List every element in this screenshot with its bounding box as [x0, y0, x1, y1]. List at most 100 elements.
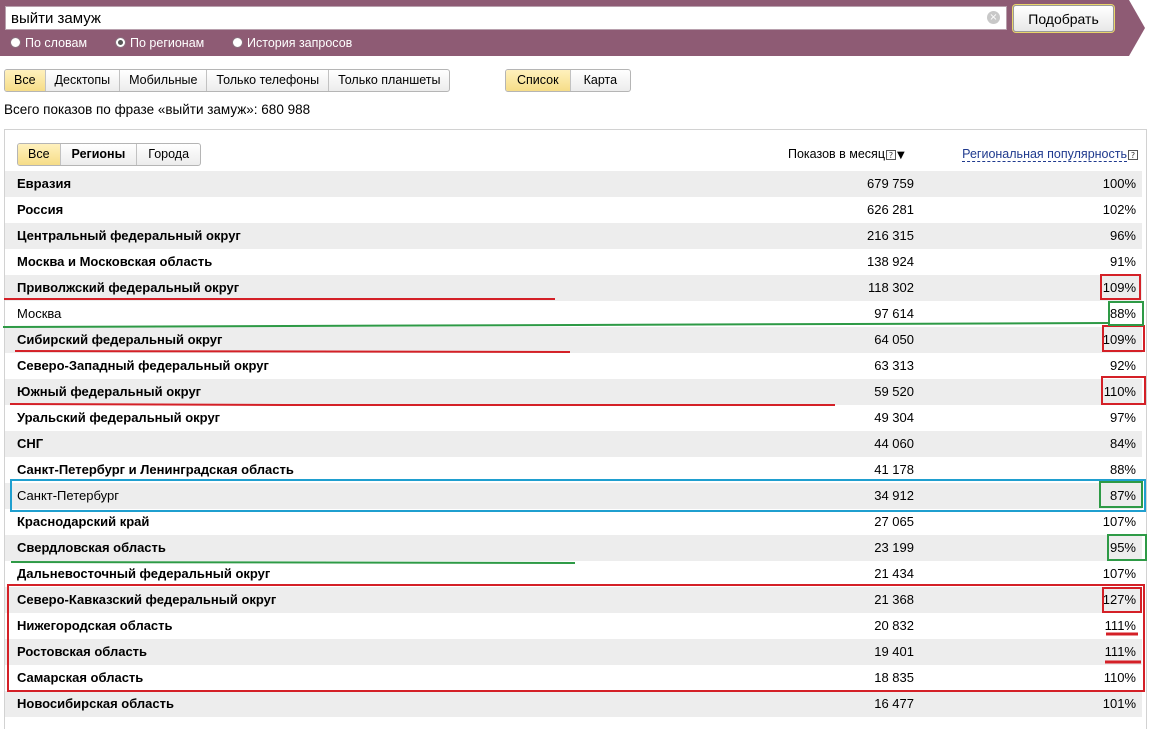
region-name[interactable]: Евразия	[17, 171, 71, 197]
tab-all-regions[interactable]: Все	[18, 144, 60, 165]
popularity-value: 88%	[1109, 306, 1136, 321]
table-row: Дальневосточный федеральный округ 21 434 1…	[5, 561, 1142, 587]
region-name[interactable]: СНГ	[17, 431, 43, 457]
table-row: Москва и Московская область 138 924 91%	[5, 249, 1142, 275]
device-filter: Все Десктопы Мобильные Только телефоны Т…	[4, 69, 451, 92]
popularity-value: 100%	[1102, 176, 1136, 191]
mode-label: По регионам	[130, 36, 205, 50]
popularity-value: 95%	[1109, 540, 1136, 555]
region-name[interactable]: Северо-Кавказский федеральный округ	[17, 587, 276, 613]
popularity-value: 111%	[1104, 618, 1136, 633]
mode-by-words[interactable]: По словам	[10, 36, 87, 50]
popularity-value: 102%	[1102, 202, 1136, 217]
region-name: Санкт-Петербург	[17, 488, 119, 503]
region-name[interactable]: Нижегородская область	[17, 613, 173, 639]
shows-value: 64 050	[874, 332, 914, 347]
table-row: Северо-Кавказский федеральный округ 21 36…	[5, 587, 1142, 613]
popularity-value: 107%	[1102, 566, 1136, 581]
mode-by-regions[interactable]: По регионам	[115, 36, 204, 50]
popularity-value: 92%	[1109, 358, 1136, 373]
table-row: Приволжский федеральный округ 118 302 109%	[5, 275, 1142, 301]
tab-phones-only[interactable]: Только телефоны	[206, 70, 328, 91]
table-row: Центральный федеральный округ 216 315 96%	[5, 223, 1142, 249]
popularity-value: 109%	[1102, 280, 1136, 295]
shows-value: 34 912	[874, 488, 914, 503]
table-row: Уральский федеральный округ 49 304 97%	[5, 405, 1142, 431]
radio-icon	[10, 37, 21, 48]
shows-value: 679 759	[867, 176, 914, 191]
region-name[interactable]: Сибирский федеральный округ	[17, 327, 222, 353]
table-row: Санкт-Петербург 34 912 87%	[5, 483, 1142, 509]
region-name[interactable]: Уральский федеральный округ	[17, 405, 220, 431]
shows-value: 63 313	[874, 358, 914, 373]
region-name: Москва	[17, 306, 62, 321]
shows-value: 59 520	[874, 384, 914, 399]
popularity-value: 111%	[1104, 644, 1136, 659]
tab-tablets-only[interactable]: Только планшеты	[328, 70, 449, 91]
popularity-value: 127%	[1102, 592, 1136, 607]
table-row: Санкт-Петербург и Ленинградская область 4…	[5, 457, 1142, 483]
shows-value: 21 434	[874, 566, 914, 581]
shows-value: 626 281	[867, 202, 914, 217]
table-row: Свердловская область 23 199 95%	[5, 535, 1142, 561]
shows-value: 216 315	[867, 228, 914, 243]
table-row: Краснодарский край 27 065 107%	[5, 509, 1142, 535]
table-row: Сибирский федеральный округ 64 050 109%	[5, 327, 1142, 353]
region-name[interactable]: Приволжский федеральный округ	[17, 275, 239, 301]
popularity-value: 110%	[1103, 670, 1136, 685]
popularity-value: 88%	[1109, 462, 1136, 477]
shows-value: 138 924	[867, 254, 914, 269]
table-row: Новосибирская область 16 477 101%	[5, 691, 1142, 717]
table-row: Нижегородская область 20 832 111%	[5, 613, 1142, 639]
region-name[interactable]: Свердловская область	[17, 535, 166, 561]
table-row: Москва 97 614 88%	[5, 301, 1142, 327]
radio-icon	[232, 37, 243, 48]
region-name[interactable]: Самарская область	[17, 665, 143, 691]
mode-label: История запросов	[247, 36, 353, 50]
radio-selected-icon	[115, 37, 126, 48]
region-name[interactable]: Южный федеральный округ	[17, 379, 201, 405]
table-row: Северо-Западный федеральный округ 63 313 9…	[5, 353, 1142, 379]
region-name[interactable]: Дальневосточный федеральный округ	[17, 561, 270, 587]
shows-value: 21 368	[874, 592, 914, 607]
region-name[interactable]: Ростовская область	[17, 639, 147, 665]
tab-list[interactable]: Список	[506, 70, 570, 91]
table-row: Самарская область 18 835 110%	[5, 665, 1142, 691]
popularity-value: 96%	[1109, 228, 1136, 243]
region-name[interactable]: Россия	[17, 197, 63, 223]
tab-desktops[interactable]: Десктопы	[44, 70, 120, 91]
region-name[interactable]: Центральный федеральный округ	[17, 223, 241, 249]
clear-icon[interactable]: ×	[987, 11, 1000, 24]
shows-column-header[interactable]: Показов в месяц? ▼	[788, 147, 905, 161]
shows-value: 27 065	[874, 514, 914, 529]
sort-desc-icon[interactable]: ▼	[897, 150, 905, 161]
region-name[interactable]: Москва и Московская область	[17, 249, 212, 275]
tab-mobile[interactable]: Мобильные	[119, 70, 206, 91]
shows-value: 19 401	[874, 644, 914, 659]
region-name[interactable]: Новосибирская область	[17, 691, 174, 717]
table-row: СНГ 44 060 84%	[5, 431, 1142, 457]
table-row: Южный федеральный округ 59 520 110%	[5, 379, 1142, 405]
search-field[interactable]: ×	[5, 6, 1007, 30]
popularity-value: 84%	[1109, 436, 1136, 451]
region-name[interactable]: Санкт-Петербург и Ленинградская область	[17, 457, 294, 483]
region-name[interactable]: Краснодарский край	[17, 509, 149, 535]
mode-query-history[interactable]: История запросов	[232, 36, 352, 50]
search-input[interactable]	[6, 7, 981, 29]
popularity-header-link[interactable]: Региональная популярность	[962, 147, 1127, 162]
help-icon[interactable]: ?	[1128, 150, 1138, 160]
popularity-value: 101%	[1102, 696, 1136, 711]
popularity-value: 87%	[1109, 488, 1136, 503]
shows-value: 18 835	[874, 670, 914, 685]
popularity-column-header[interactable]: Региональная популярность?	[962, 147, 1138, 162]
tab-map[interactable]: Карта	[569, 70, 630, 91]
shows-value: 41 178	[874, 462, 914, 477]
popularity-value: 109%	[1102, 332, 1136, 347]
region-name[interactable]: Северо-Западный федеральный округ	[17, 353, 269, 379]
tab-regions[interactable]: Регионы	[59, 144, 137, 165]
tab-cities[interactable]: Города	[136, 144, 200, 165]
tab-all-devices[interactable]: Все	[5, 70, 45, 91]
help-icon[interactable]: ?	[886, 150, 896, 160]
shows-value: 49 304	[874, 410, 914, 425]
submit-button[interactable]: Подобрать	[1013, 5, 1114, 32]
